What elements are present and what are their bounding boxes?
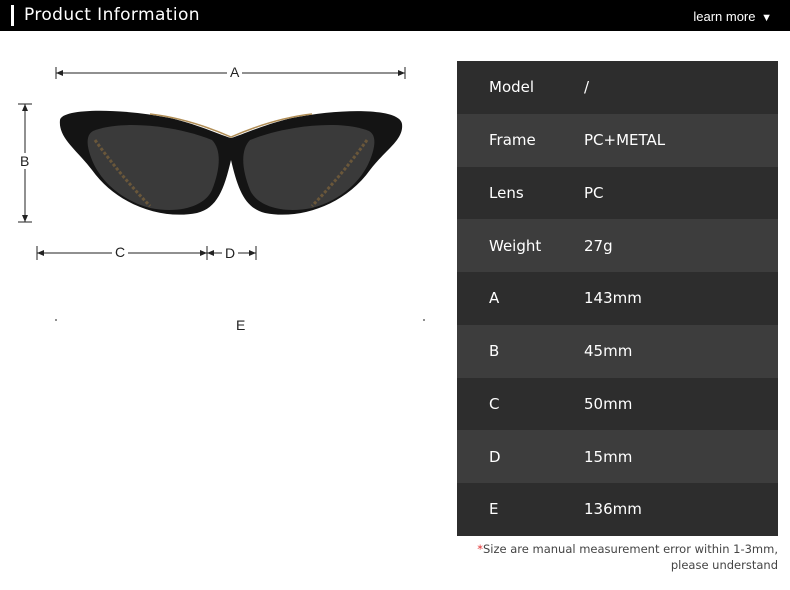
spec-key: Lens xyxy=(489,183,524,202)
spec-key: A xyxy=(489,289,500,308)
spec-row-weight: Weight 27g xyxy=(457,219,778,272)
spec-value: / xyxy=(584,78,590,97)
spec-row-b: B 45mm xyxy=(457,324,778,378)
spec-key: B xyxy=(489,342,500,361)
note-text: Size are manual measurement error within… xyxy=(482,542,778,572)
spec-value: 15mm xyxy=(584,447,633,466)
spec-value: 136mm xyxy=(584,500,642,519)
spec-row-a: A 143mm xyxy=(457,272,778,325)
spec-row-lens: Lens PC xyxy=(457,166,778,220)
page-title: Product Information xyxy=(24,5,200,25)
spec-row-c: C 50mm xyxy=(457,377,778,431)
spec-key: C xyxy=(489,394,500,413)
header-bar: Product Information learn more ▼ xyxy=(0,0,790,31)
spec-key: Frame xyxy=(489,131,536,150)
learn-more-link[interactable]: learn more ▼ xyxy=(693,9,772,24)
spec-value: 143mm xyxy=(584,289,642,308)
title-accent-bar xyxy=(11,5,14,26)
spec-value: PC xyxy=(584,183,604,202)
spec-key: E xyxy=(489,500,499,519)
spec-row-model: Model / xyxy=(457,61,778,114)
dimension-b-label: B xyxy=(17,153,33,169)
dimension-e-label: E xyxy=(233,317,249,333)
learn-more-label: learn more xyxy=(693,9,756,24)
spec-value: 27g xyxy=(584,236,613,255)
spec-table: Model / Frame PC+METAL Lens PC Weight 27… xyxy=(457,61,778,536)
measurement-note: *Size are manual measurement error withi… xyxy=(448,541,778,573)
spec-value: PC+METAL xyxy=(584,131,666,150)
spec-key: D xyxy=(489,447,501,466)
spec-value: 50mm xyxy=(584,394,633,413)
dimension-c-label: C xyxy=(112,244,129,260)
sunglasses-front-image xyxy=(59,110,403,215)
front-view-diagram xyxy=(18,67,425,321)
chevron-down-icon: ▼ xyxy=(761,12,772,24)
spec-row-e: E 136mm xyxy=(457,483,778,536)
dimension-d-label: D xyxy=(222,245,239,261)
spec-value: 45mm xyxy=(584,342,633,361)
spec-key: Model xyxy=(489,78,535,97)
dimension-a-label: A xyxy=(227,64,243,80)
spec-key: Weight xyxy=(489,236,542,255)
spec-row-d: D 15mm xyxy=(457,430,778,483)
spec-row-frame: Frame PC+METAL xyxy=(457,113,778,167)
